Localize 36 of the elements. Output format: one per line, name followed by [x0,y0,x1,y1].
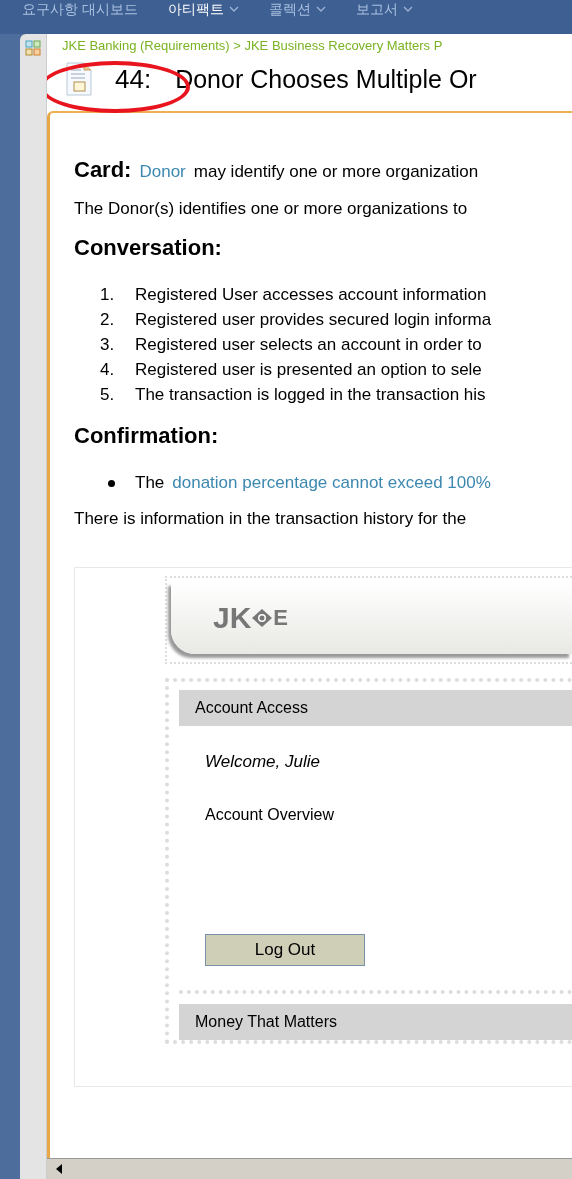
section-header: Account Access [179,690,572,726]
horizontal-scrollbar[interactable] [47,1158,572,1179]
step-text: Registered user provides secured login informa [135,310,492,330]
description-text: The Donor(s) identifies one or more organizations to [74,199,469,219]
nav-menu[interactable]: 요구사항 대시보드 [22,0,139,18]
step-text: The transaction is logged in the transaction his [135,385,486,405]
step-text: Registered User accesses account information [135,285,487,305]
step-number: 2. [100,310,116,330]
note-text: There is information in the transaction history for the [74,509,468,529]
nav-menu[interactable]: 콜렉션 [269,0,327,18]
step-number: 3. [100,335,116,355]
step-number: 4. [100,360,116,380]
welcome-text: Welcome, Julie [205,752,320,772]
step-text: Registered user is presented an option to sele [135,360,482,380]
grid-icon[interactable] [25,40,41,56]
card-text: may identify one or more organization [193,162,479,182]
account-overview-link[interactable]: Account Overview [205,806,334,824]
section-heading: Conversation: [74,235,223,261]
breadcrumb-link[interactable]: JKE Banking (Requirements) > JKE Business Recovery Matters P [47,34,572,53]
donor-link[interactable]: Donor [139,162,186,182]
scroll-left-icon[interactable] [55,1164,63,1174]
step-text: Registered user selects an account in order to [135,335,482,355]
step-number: 5. [100,385,116,405]
section-header: Money That Matters [179,1004,572,1040]
card-heading: Card: [74,157,132,183]
section-heading: Confirmation: [74,423,220,449]
log-out-button[interactable]: Log Out [205,934,365,966]
rule-link[interactable]: donation percentage cannot exceed 100% [172,473,491,493]
logo: JK E [213,601,289,635]
step-number: 1. [100,285,116,305]
nav-menu[interactable]: 아티팩트 [168,0,240,18]
bullet-icon [108,479,115,487]
artifact-id: 44: [115,63,152,95]
nav-menu[interactable]: 보고서 [356,0,414,18]
bullet-text: The [135,473,165,493]
document-icon [65,62,93,96]
